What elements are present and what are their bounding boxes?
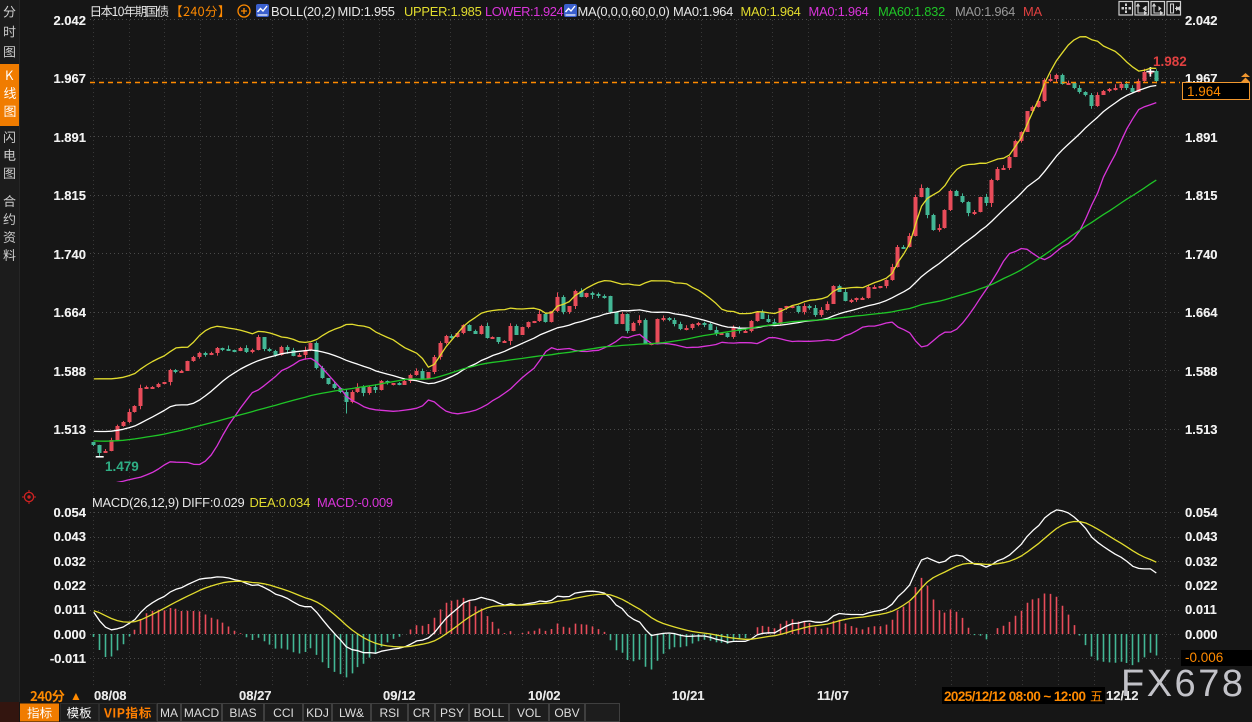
svg-text:MA0:1.964: MA0:1.964 bbox=[673, 4, 733, 19]
svg-text:MA0:1.964: MA0:1.964 bbox=[741, 4, 801, 19]
svg-text:MA0:1.964: MA0:1.964 bbox=[955, 4, 1015, 19]
svg-text:MA(0,0,0,60,0,0): MA(0,0,0,60,0,0) bbox=[578, 4, 670, 19]
svg-text:MA: MA bbox=[1023, 4, 1042, 19]
svg-text:LOWER:1.924: LOWER:1.924 bbox=[485, 4, 563, 19]
svg-text:MA0:1.964: MA0:1.964 bbox=[809, 4, 869, 19]
svg-text:MA60:1.832: MA60:1.832 bbox=[878, 4, 945, 19]
svg-text:UPPER:1.985: UPPER:1.985 bbox=[404, 4, 482, 19]
svg-text:BOLL(20,2): BOLL(20,2) bbox=[271, 4, 335, 19]
svg-text:MID:1.955: MID:1.955 bbox=[338, 4, 395, 19]
